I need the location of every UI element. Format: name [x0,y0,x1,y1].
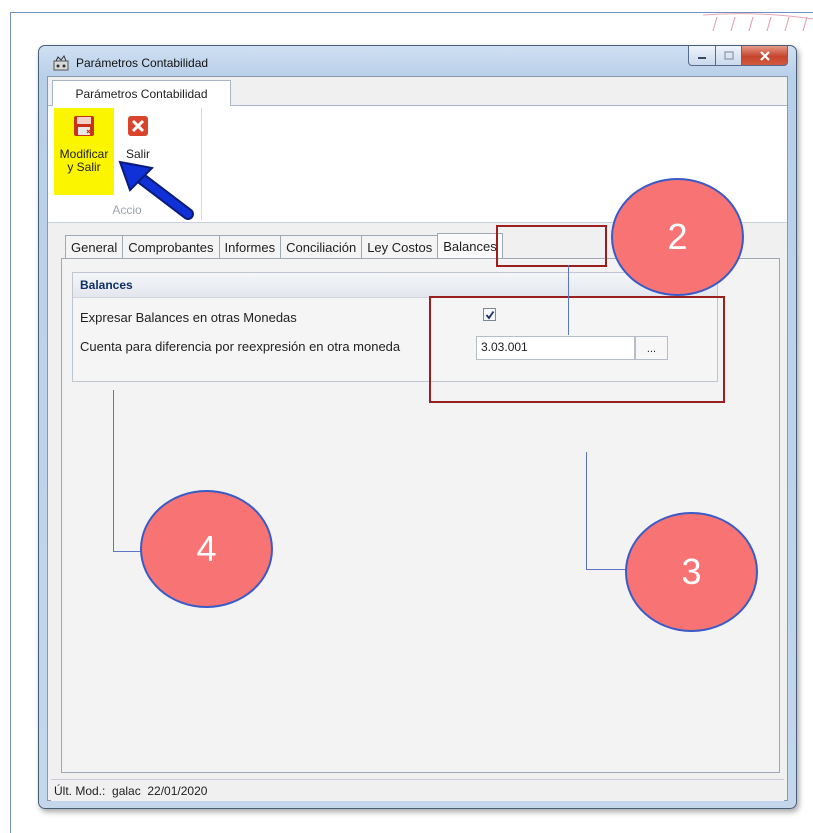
window-controls [688,46,788,66]
pointer-arrow-icon [118,160,194,220]
modify-and-exit-label: Modificar y Salir [60,148,109,174]
maximize-icon [723,51,734,60]
tab-strip: General Comprobantes Informes Conciliaci… [65,233,503,259]
tab-conciliacion[interactable]: Conciliación [280,235,362,259]
decorative-stripes [703,13,813,31]
express-balances-label: Expresar Balances en otras Monedas [80,310,297,325]
ribbon-tab-parametros[interactable]: Parámetros Contabilidad [52,80,231,106]
tab-comprobantes[interactable]: Comprobantes [122,235,219,259]
callout-line-4-horizontal [113,551,143,552]
highlight-balances-tab [496,225,607,267]
modify-label-line1: Modificar [59,147,109,161]
tab-informes[interactable]: Informes [218,235,281,259]
tab-general[interactable]: General [65,235,123,259]
annotation-marker-3: 3 [625,512,758,632]
modify-label-line2: y Salir [67,160,101,174]
close-button[interactable] [742,46,788,66]
maximize-button[interactable] [716,46,742,66]
callout-line-4-vertical [113,390,114,551]
balances-group-header: Balances [73,273,717,298]
status-bar: Últ. Mod.: galac 22/01/2020 [51,779,784,801]
close-icon [759,50,770,61]
app-settings-icon [53,55,69,71]
callout-line-2 [568,265,569,335]
minimize-button[interactable] [688,46,716,66]
minimize-icon [698,56,706,59]
floppy-disk-icon [74,116,94,136]
red-x-icon [128,116,148,136]
modify-and-exit-button[interactable]: Modificar y Salir [54,108,114,195]
tab-ley-costos[interactable]: Ley Costos [361,235,438,259]
highlight-balances-fields [429,296,725,403]
tab-balances[interactable]: Balances [437,233,503,259]
callout-line-3-vertical [586,452,587,570]
title-bar[interactable]: Parámetros Contabilidad [39,46,796,76]
account-label: Cuenta para diferencia por reexpresión e… [80,339,401,354]
window-title: Parámetros Contabilidad [76,56,209,70]
annotation-marker-4: 4 [140,490,273,608]
status-text: Últ. Mod.: galac 22/01/2020 [54,783,208,798]
annotation-marker-2: 2 [611,178,744,296]
callout-line-3-horizontal [586,569,626,570]
